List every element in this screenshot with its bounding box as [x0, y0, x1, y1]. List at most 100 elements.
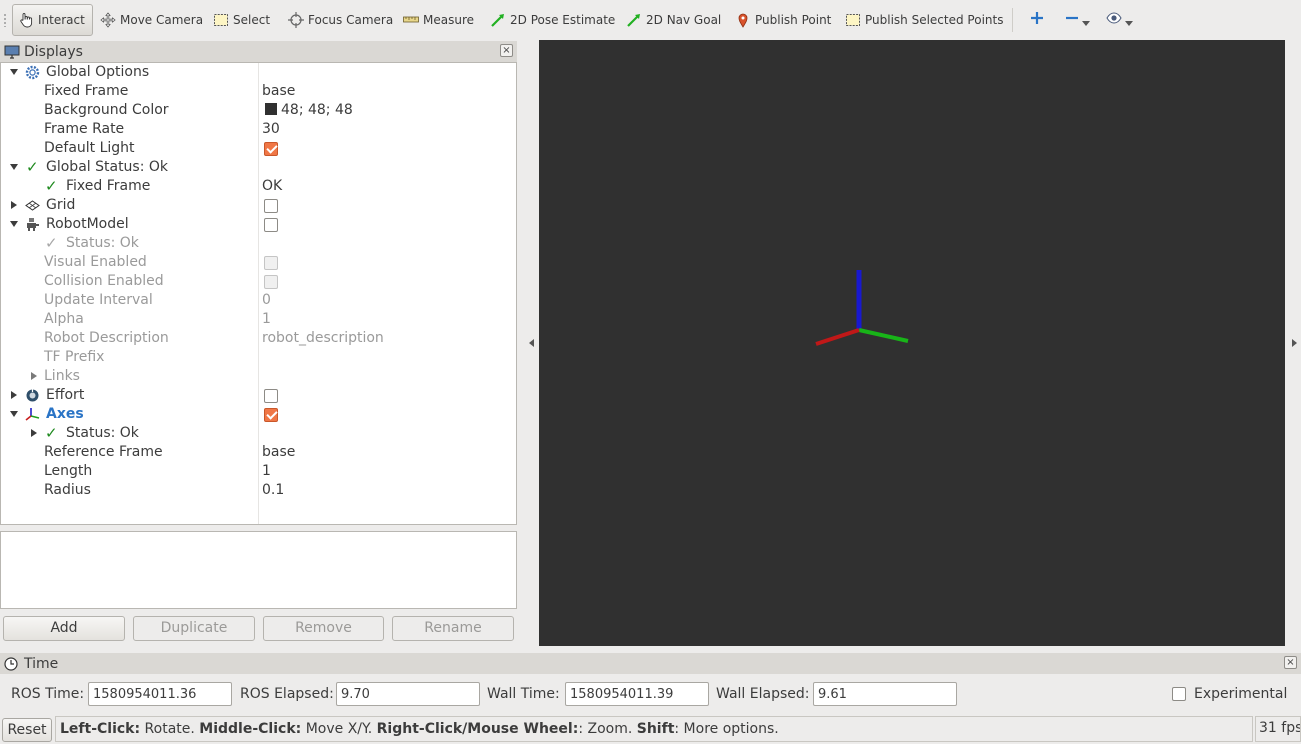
interact-label: Interact	[38, 13, 85, 27]
tree-row-grid[interactable]: Grid	[1, 196, 516, 215]
measure-tool-button[interactable]: Measure	[398, 4, 479, 36]
background-color-value[interactable]: 48; 48; 48	[262, 102, 353, 118]
expand-arrow-icon[interactable]	[10, 221, 18, 227]
tree-row-default-light[interactable]: Default Light	[1, 139, 516, 158]
visual-enabled-label: Visual Enabled	[44, 254, 147, 270]
checkmark-icon: ✓	[45, 177, 58, 195]
tree-row-axes-status[interactable]: ✓ Status: Ok	[1, 424, 516, 443]
wall-elapsed-field[interactable]	[813, 682, 957, 706]
experimental-label: Experimental	[1194, 686, 1288, 702]
collapse-left-panel-arrow[interactable]	[529, 339, 534, 347]
2d-nav-goal-tool-button[interactable]: 2D Nav Goal	[621, 4, 726, 36]
time-fields: ROS Time: ROS Elapsed: Wall Time: Wall E…	[0, 680, 1301, 708]
length-label: Length	[44, 463, 93, 479]
duplicate-display-button[interactable]: Duplicate	[133, 616, 255, 641]
add-tool-button[interactable]	[1030, 10, 1044, 30]
checkmark-icon: ✓	[45, 424, 58, 442]
tree-row-collision-enabled[interactable]: Collision Enabled	[1, 272, 516, 291]
property-description-box	[0, 531, 517, 609]
time-panel-header: Time ×	[0, 653, 1301, 674]
wall-time-label: Wall Time:	[487, 686, 560, 702]
wall-time-field[interactable]	[565, 682, 709, 706]
wall-elapsed-label: Wall Elapsed:	[716, 686, 810, 702]
ros-elapsed-field[interactable]	[336, 682, 480, 706]
status-hint: Left-Click: Rotate. Middle-Click: Move X…	[55, 716, 1253, 742]
ros-time-field[interactable]	[88, 682, 232, 706]
views-menu-button[interactable]	[1106, 10, 1133, 30]
collapse-arrow-icon[interactable]	[11, 391, 17, 399]
toolbar-grip[interactable]	[3, 13, 7, 27]
reference-frame-value[interactable]: base	[262, 444, 295, 460]
displays-close-button[interactable]: ×	[500, 44, 513, 57]
2d-pose-estimate-tool-button[interactable]: 2D Pose Estimate	[485, 4, 620, 36]
tree-row-robot-model[interactable]: RobotModel	[1, 215, 516, 234]
tree-row-reference-frame[interactable]: Reference Frame base	[1, 443, 516, 462]
tree-row-radius[interactable]: Radius 0.1	[1, 481, 516, 500]
tree-row-links[interactable]: Links	[1, 367, 516, 386]
gear-icon	[25, 65, 40, 80]
expand-arrow-icon[interactable]	[10, 411, 18, 417]
tree-row-length[interactable]: Length 1	[1, 462, 516, 481]
tree-row-gs-fixed-frame[interactable]: ✓ Fixed Frame OK	[1, 177, 516, 196]
radius-label: Radius	[44, 482, 91, 498]
robot-model-checkbox[interactable]	[264, 218, 278, 232]
frame-rate-value[interactable]: 30	[262, 121, 280, 137]
reference-frame-label: Reference Frame	[44, 444, 163, 460]
effort-checkbox[interactable]	[264, 389, 278, 403]
hint-rotate: Rotate.	[140, 721, 200, 737]
ros-elapsed-label: ROS Elapsed:	[240, 686, 334, 702]
reset-button[interactable]: Reset	[2, 718, 52, 742]
axes-label: Axes	[46, 406, 84, 422]
remove-display-button[interactable]: Remove	[263, 616, 384, 641]
tree-row-alpha[interactable]: Alpha 1	[1, 310, 516, 329]
tree-row-robot-description[interactable]: Robot Description robot_description	[1, 329, 516, 348]
add-display-button[interactable]: Add	[3, 616, 125, 641]
axes-checkbox[interactable]	[264, 408, 278, 422]
tree-row-global-status[interactable]: ✓ Global Status: Ok	[1, 158, 516, 177]
interact-tool-button[interactable]: Interact	[12, 4, 93, 36]
rm-status-label: Status: Ok	[66, 235, 139, 251]
collapse-arrow-icon[interactable]	[31, 429, 37, 437]
robot-description-value[interactable]: robot_description	[262, 330, 384, 346]
3d-render-view[interactable]	[539, 40, 1285, 646]
tree-row-fixed-frame[interactable]: Fixed Frame base	[1, 82, 516, 101]
move-camera-tool-button[interactable]: Move Camera	[95, 4, 208, 36]
publish-selected-points-tool-button[interactable]: Publish Selected Points	[840, 4, 1008, 36]
collapse-right-panel-arrow[interactable]	[1292, 339, 1297, 347]
update-interval-value[interactable]: 0	[262, 292, 271, 308]
length-value[interactable]: 1	[262, 463, 271, 479]
collapse-arrow-icon[interactable]	[31, 372, 37, 380]
expand-arrow-icon[interactable]	[10, 164, 18, 170]
tree-row-axes[interactable]: Axes	[1, 405, 516, 424]
ruler-icon	[403, 12, 419, 28]
collision-enabled-checkbox[interactable]	[264, 275, 278, 289]
grid-checkbox[interactable]	[264, 199, 278, 213]
focus-camera-tool-button[interactable]: Focus Camera	[283, 4, 398, 36]
remove-tool-button[interactable]	[1065, 10, 1090, 30]
expand-arrow-icon[interactable]	[10, 69, 18, 75]
tree-row-rm-status[interactable]: ✓ Status: Ok	[1, 234, 516, 253]
eye-icon	[1106, 11, 1122, 29]
collision-enabled-label: Collision Enabled	[44, 273, 164, 289]
tree-row-frame-rate[interactable]: Frame Rate 30	[1, 120, 516, 139]
tree-row-visual-enabled[interactable]: Visual Enabled	[1, 253, 516, 272]
select-tool-button[interactable]: Select	[208, 4, 275, 36]
tree-row-effort[interactable]: Effort	[1, 386, 516, 405]
visual-enabled-checkbox[interactable]	[264, 256, 278, 270]
publish-point-tool-button[interactable]: Publish Point	[730, 4, 836, 36]
experimental-checkbox[interactable]	[1172, 687, 1186, 701]
time-close-button[interactable]: ×	[1284, 656, 1297, 669]
tree-row-tf-prefix[interactable]: TF Prefix	[1, 348, 516, 367]
collapse-arrow-icon[interactable]	[11, 201, 17, 209]
tree-row-update-interval[interactable]: Update Interval 0	[1, 291, 516, 310]
measure-label: Measure	[423, 13, 474, 27]
tree-row-background-color[interactable]: Background Color 48; 48; 48	[1, 101, 516, 120]
default-light-checkbox[interactable]	[264, 142, 278, 156]
alpha-value[interactable]: 1	[262, 311, 271, 327]
rename-display-button[interactable]: Rename	[392, 616, 514, 641]
fixed-frame-value[interactable]: base	[262, 83, 295, 99]
clock-icon	[4, 656, 18, 671]
select-label: Select	[233, 13, 271, 27]
radius-value[interactable]: 0.1	[262, 482, 284, 498]
tree-row-global-options[interactable]: Global Options	[1, 63, 516, 82]
